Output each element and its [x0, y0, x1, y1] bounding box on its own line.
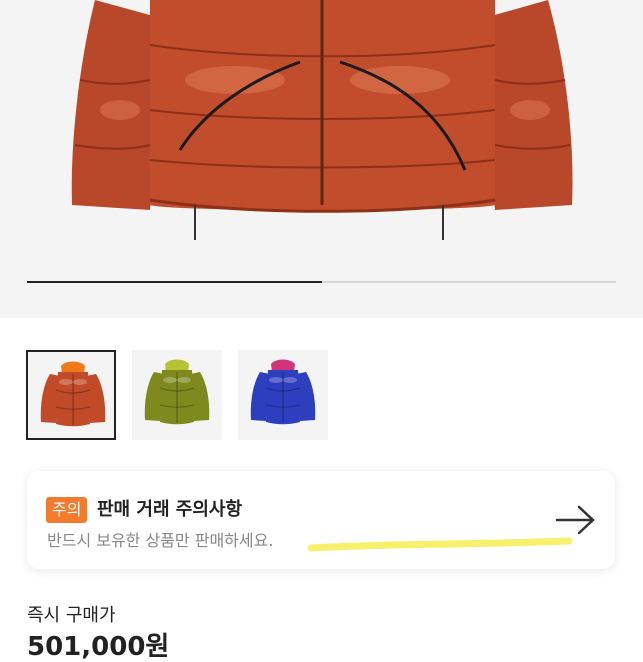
thumbnail-list — [26, 350, 346, 442]
gallery-progress-bar — [27, 281, 616, 283]
product-image-gallery[interactable] — [0, 0, 643, 318]
jacket-image — [71, 0, 573, 240]
blue-puffer-jacket-icon — [250, 359, 316, 425]
olive-puffer-jacket-icon — [144, 359, 210, 425]
highlighter-mark — [307, 537, 573, 552]
orange-puffer-jacket-icon — [40, 361, 106, 427]
arrow-right-icon[interactable] — [555, 505, 597, 535]
instant-buy-price-value: 501,000원 — [27, 632, 170, 662]
thumbnail-olive-jacket[interactable] — [132, 350, 222, 440]
sale-notice-card[interactable]: 주의 판매 거래 주의사항 반드시 보유한 상품만 판매하세요. — [27, 471, 615, 569]
gallery-progress-fill — [27, 281, 322, 283]
thumbnail-blue-jacket[interactable] — [238, 350, 328, 440]
caution-badge: 주의 — [46, 497, 88, 523]
notice-subtitle: 반드시 보유한 상품만 판매하세요. — [47, 531, 274, 550]
notice-title: 판매 거래 주의사항 — [97, 499, 243, 520]
thumbnail-orange-jacket[interactable] — [26, 350, 116, 440]
instant-buy-price-label: 즉시 구매가 — [27, 605, 116, 626]
